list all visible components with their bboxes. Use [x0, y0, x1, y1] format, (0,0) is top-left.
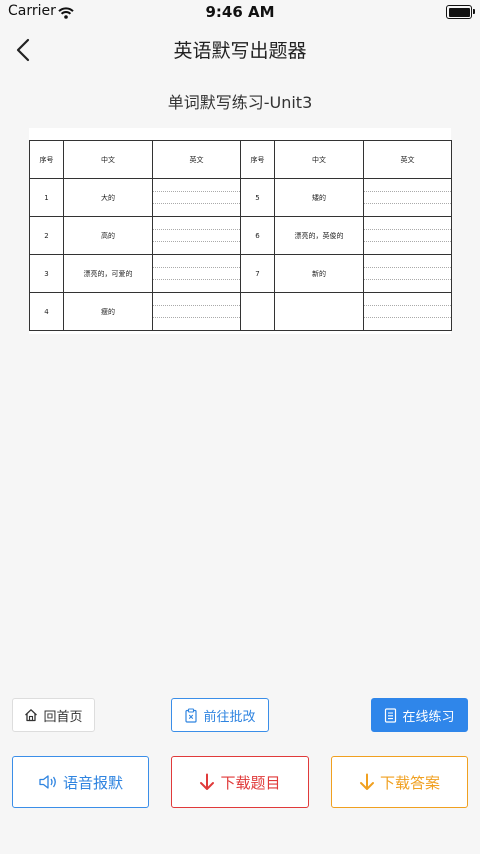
- row-number: 2: [29, 216, 64, 255]
- chinese-word: 瘦的: [63, 292, 153, 331]
- download-answers-label: 下载答案: [379, 773, 440, 792]
- download-questions-button[interactable]: 下载题目: [171, 756, 309, 808]
- worksheet-title: 单词默写练习-Unit3: [167, 93, 313, 112]
- nav-bar: 英语默写出题器: [0, 24, 480, 76]
- speaker-icon: [39, 775, 56, 789]
- table-row: 4 瘦的: [29, 292, 452, 331]
- answer-blank: [363, 178, 452, 217]
- dictation-table: 序号 中文 英文 序号 中文 英文 1 大的 5 矮的 2 高的 6 漂亮的，英…: [29, 140, 452, 331]
- row-number: 6: [240, 216, 275, 255]
- arrow-down-icon: [200, 773, 215, 790]
- row-number: 1: [29, 178, 64, 217]
- chinese-word: 大的: [63, 178, 153, 217]
- chinese-word: 高的: [63, 216, 153, 255]
- chinese-word: 矮的: [274, 178, 364, 217]
- answer-blank: [152, 292, 241, 331]
- answer-blank: [152, 254, 241, 293]
- col-header: 中文: [274, 140, 364, 179]
- document-icon: [385, 707, 397, 723]
- battery-icon: [446, 5, 475, 19]
- table-header-row: 序号 中文 英文 序号 中文 英文: [29, 140, 452, 179]
- home-button-label: 回首页: [43, 709, 83, 725]
- online-practice-button[interactable]: 在线练习: [371, 698, 468, 732]
- answer-blank: [363, 292, 452, 331]
- col-header: 英文: [363, 140, 452, 179]
- status-bar: Carrier 9:46 AM: [0, 0, 480, 24]
- col-header: 序号: [240, 140, 275, 179]
- clock: 9:46 AM: [205, 3, 275, 21]
- download-answers-button[interactable]: 下载答案: [331, 756, 468, 808]
- online-practice-label: 在线练习: [402, 709, 455, 725]
- table-row: 1 大的 5 矮的: [29, 178, 452, 217]
- go-correct-label: 前往批改: [203, 709, 256, 725]
- clipboard-icon: [185, 707, 198, 723]
- home-icon: [25, 709, 38, 722]
- table-row: 2 高的 6 漂亮的，英俊的: [29, 216, 452, 255]
- voice-dictation-label: 语音报默: [62, 773, 123, 792]
- chinese-word: 新的: [274, 254, 364, 293]
- home-button[interactable]: 回首页: [12, 698, 95, 732]
- answer-blank: [152, 216, 241, 255]
- worksheet-preview: 序号 中文 英文 序号 中文 英文 1 大的 5 矮的 2 高的 6 漂亮的，英…: [29, 128, 452, 334]
- arrow-down-icon: [359, 773, 374, 790]
- go-correct-button[interactable]: 前往批改: [171, 698, 269, 732]
- chinese-word: [274, 292, 364, 331]
- download-questions-label: 下载题目: [220, 773, 281, 792]
- chinese-word: 漂亮的，英俊的: [274, 216, 364, 255]
- chinese-word: 漂亮的，可爱的: [63, 254, 153, 293]
- col-header: 中文: [63, 140, 153, 179]
- row-number: 4: [29, 292, 64, 331]
- col-header: 英文: [152, 140, 241, 179]
- col-header: 序号: [29, 140, 64, 179]
- row-number: [240, 292, 275, 331]
- answer-blank: [363, 254, 452, 293]
- row-number: 5: [240, 178, 275, 217]
- row-number: 7: [240, 254, 275, 293]
- voice-dictation-button[interactable]: 语音报默: [12, 756, 149, 808]
- row-number: 3: [29, 254, 64, 293]
- table-row: 3 漂亮的，可爱的 7 新的: [29, 254, 452, 293]
- page-title: 英语默写出题器: [173, 40, 307, 62]
- answer-blank: [152, 178, 241, 217]
- answer-blank: [363, 216, 452, 255]
